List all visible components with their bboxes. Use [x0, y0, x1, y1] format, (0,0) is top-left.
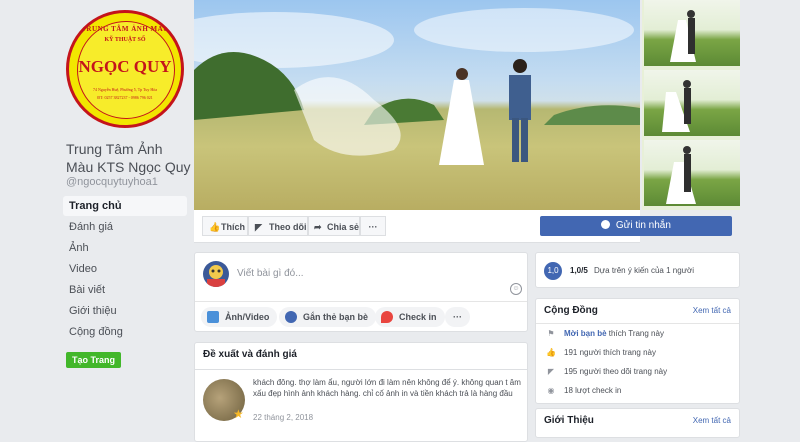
page-title[interactable]: Trung Tâm Ảnh Màu KTS Ngọc Quy [66, 140, 191, 176]
share-arrow-icon: ➦ [314, 222, 322, 232]
thumbs-up-icon: 👍 [209, 222, 221, 232]
follows-row: ◤ 195 người theo dõi trang này [544, 366, 667, 378]
share-button[interactable]: ➦ Chia sẻ [308, 216, 360, 236]
invite-friends-icon: ⚑ [547, 329, 555, 338]
logo-subtitle: KỸ THUẬT SỐ [104, 37, 146, 43]
photo-video-button[interactable]: Ảnh/Video [201, 307, 278, 327]
likes-count-text: 191 người thích trang này [564, 348, 656, 357]
post-composer: Viết bài gì đó... ☺ Ảnh/Video Gắn thẻ bạ… [194, 252, 528, 332]
review-date[interactable]: 22 tháng 2, 2018 [253, 413, 313, 422]
tag-friends-button[interactable]: Gắn thẻ bạn bè [279, 307, 377, 327]
community-card: Cộng Đồng Xem tất cả ⚑ Mời bạn bè thích T… [535, 298, 740, 404]
reviews-title: Đề xuất và đánh giá [203, 349, 297, 360]
nav-item-about[interactable]: Giới thiệu [63, 301, 187, 321]
check-in-label: Check in [399, 312, 437, 322]
emoji-icon[interactable]: ☺ [510, 283, 522, 295]
cover-thumbnails [642, 0, 740, 210]
rating-badge: 1,0 [544, 262, 562, 280]
composer-more-button[interactable]: ··· [445, 307, 470, 327]
location-pin-icon [381, 311, 393, 323]
send-message-label: Gửi tin nhắn [615, 220, 671, 231]
likes-row: 👍 191 người thích trang này [544, 347, 656, 359]
intro-card: Giới Thiệu Xem tất cả [535, 408, 740, 438]
checkins-row: ◉ 18 lượt check in [544, 385, 622, 397]
logo-address: 74 Nguyễn Huệ, Phường 5, Tp Tuy Hòa [92, 87, 158, 92]
cover-thumb-2[interactable] [644, 70, 740, 136]
rss-icon: ◤ [255, 222, 262, 232]
follow-label: Theo dõi [269, 222, 307, 232]
intro-title: Giới Thiệu [544, 415, 594, 426]
avatar[interactable] [203, 261, 229, 287]
nav-item-posts[interactable]: Bài viết [63, 280, 187, 300]
share-label: Chia sẻ [327, 222, 360, 232]
follows-count-text: 195 người theo dõi trang này [564, 367, 668, 376]
follow-rss-icon: ◤ [547, 367, 555, 376]
reviews-card: Đề xuất và đánh giá ★ khách đông. thợ là… [194, 342, 528, 442]
more-actions-button[interactable]: ··· [360, 216, 386, 236]
invite-friends-row: ⚑ Mời bạn bè thích Trang này [544, 328, 664, 340]
thumbs-up-icon: 👍 [546, 348, 556, 357]
tag-person-icon [285, 311, 297, 323]
location-pin-icon: ◉ [547, 386, 555, 395]
nav-item-videos[interactable]: Video [63, 259, 187, 279]
community-title: Cộng Đồng [544, 305, 598, 316]
community-see-all-link[interactable]: Xem tất cả [693, 306, 731, 315]
star-icon: ★ [233, 407, 244, 421]
page-profile-logo[interactable]: TRUNG TÂM ẢNH MÀU KỸ THUẬT SỐ NGỌC QUY 7… [66, 10, 184, 128]
messenger-icon [601, 220, 611, 229]
nav-item-reviews[interactable]: Đánh giá [63, 217, 187, 237]
cover-photo[interactable] [194, 0, 640, 210]
like-button[interactable]: 👍 Thích [202, 216, 248, 236]
composer-divider [195, 301, 527, 302]
tag-friends-label: Gắn thẻ bạn bè [303, 312, 369, 322]
like-label: Thích [221, 222, 245, 232]
rating-description: Dựa trên ý kiến của 1 người [594, 266, 695, 275]
community-divider [536, 323, 739, 324]
cover-photo-illustration [194, 8, 640, 165]
invite-friends-text: thích Trang này [606, 329, 664, 338]
intro-see-all-link[interactable]: Xem tất cả [693, 416, 731, 425]
photo-video-label: Ảnh/Video [225, 312, 270, 322]
check-in-button[interactable]: Check in [375, 307, 445, 327]
cover-thumb-1[interactable] [644, 0, 740, 66]
rating-card: 1,0 1,0/5 Dựa trên ý kiến của 1 người [535, 252, 740, 288]
cover-thumb-3[interactable] [644, 140, 740, 206]
review-text[interactable]: khách đông. thợ làm ẩu, người lớn đi làm… [253, 377, 521, 399]
invite-friends-link[interactable]: Mời bạn bè [564, 329, 607, 338]
logo-phone: ĐT: 0257 3827237 - 0986 796 021 [97, 95, 153, 100]
send-message-button[interactable]: Gửi tin nhắn [540, 216, 732, 236]
create-page-button[interactable]: Tạo Trang [66, 352, 122, 368]
page-handle[interactable]: @ngocquytuyhoa1 [66, 176, 158, 188]
composer-input[interactable]: Viết bài gì đó... [237, 268, 304, 279]
nav-item-home[interactable]: Trang chủ [63, 196, 187, 216]
photo-icon [207, 311, 219, 323]
nav-item-photos[interactable]: Ảnh [63, 238, 187, 258]
rating-score: 1,0/5 [570, 266, 588, 275]
rating-summary: 1,0/5 Dựa trên ý kiến của 1 người [570, 266, 694, 275]
reviews-divider [195, 369, 527, 370]
logo-name: NGỌC QUY [78, 57, 172, 76]
follow-button[interactable]: ◤ Theo dõi [248, 216, 308, 236]
logo-top-arc: TRUNG TÂM ẢNH MÀU [81, 25, 169, 33]
checkins-count-text: 18 lượt check in [564, 386, 622, 395]
page-nav: Trang chủ Đánh giá Ảnh Video Bài viết Gi… [63, 196, 187, 343]
nav-item-community[interactable]: Cộng đồng [63, 322, 187, 342]
